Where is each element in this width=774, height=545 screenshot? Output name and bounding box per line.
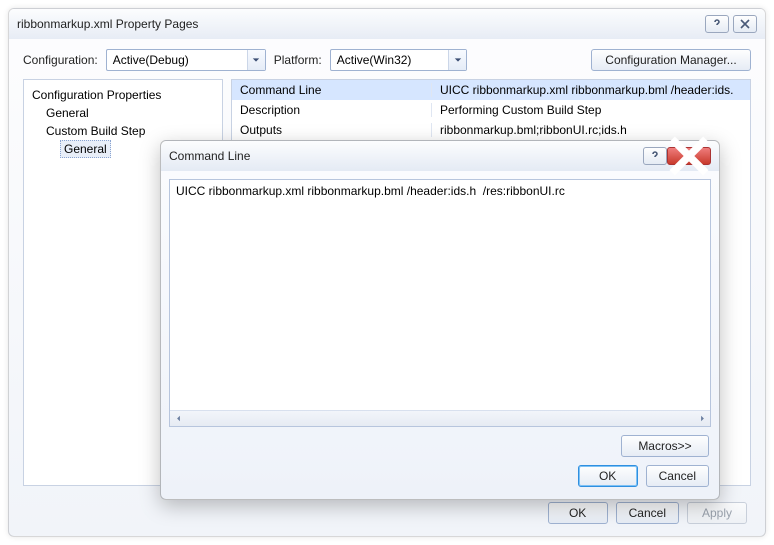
dialog-footer: Macros>> OK Cancel [161, 435, 719, 499]
configuration-value: Active(Debug) [113, 53, 189, 67]
scroll-left-icon[interactable] [170, 411, 186, 426]
parent-footer: OK Cancel Apply [548, 502, 747, 524]
command-line-textarea[interactable] [170, 180, 710, 410]
close-icon [668, 135, 710, 177]
tree-custom-build-step[interactable]: Custom Build Step [28, 122, 218, 140]
grid-key: Description [232, 103, 432, 117]
grid-key: Command Line [232, 83, 432, 97]
dialog-help-button[interactable] [643, 147, 667, 165]
dialog-content [169, 179, 711, 427]
chevron-down-icon [448, 50, 466, 70]
help-button[interactable] [705, 15, 729, 33]
platform-label: Platform: [274, 53, 322, 67]
config-bar: Configuration: Active(Debug) Platform: A… [9, 39, 765, 79]
command-line-dialog: Command Line Macros>> OK Cancel [160, 140, 720, 500]
parent-titlebar[interactable]: ribbonmarkup.xml Property Pages [9, 9, 765, 39]
platform-combo[interactable]: Active(Win32) [330, 49, 468, 71]
macros-button[interactable]: Macros>> [621, 435, 709, 457]
scroll-right-icon[interactable] [694, 411, 710, 426]
configuration-manager-button[interactable]: Configuration Manager... [591, 49, 751, 71]
grid-val: Performing Custom Build Step [432, 103, 750, 117]
help-icon [712, 19, 722, 29]
dialog-title: Command Line [169, 149, 639, 163]
cancel-button[interactable]: Cancel [616, 502, 679, 524]
grid-row[interactable]: Description Performing Custom Build Step [232, 100, 750, 120]
parent-title: ribbonmarkup.xml Property Pages [17, 17, 701, 31]
help-icon [650, 151, 660, 161]
grid-key: Outputs [232, 123, 432, 137]
apply-button: Apply [687, 502, 747, 524]
grid-row[interactable]: Command Line UICC ribbonmarkup.xml ribbo… [232, 80, 750, 100]
horizontal-scrollbar[interactable] [170, 410, 710, 426]
tree-general[interactable]: General [28, 104, 218, 122]
close-button[interactable] [733, 15, 757, 33]
grid-val: UICC ribbonmarkup.xml ribbonmarkup.bml /… [432, 83, 750, 97]
chevron-down-icon [247, 50, 265, 70]
tree-root[interactable]: Configuration Properties [28, 86, 218, 104]
dialog-close-button[interactable] [667, 147, 711, 165]
dialog-cancel-button[interactable]: Cancel [646, 465, 709, 487]
configuration-label: Configuration: [23, 53, 98, 67]
dialog-titlebar[interactable]: Command Line [161, 141, 719, 171]
dialog-ok-button[interactable]: OK [578, 465, 638, 487]
ok-button[interactable]: OK [548, 502, 608, 524]
scroll-track[interactable] [186, 411, 694, 426]
configuration-combo[interactable]: Active(Debug) [106, 49, 266, 71]
close-icon [740, 19, 750, 29]
platform-value: Active(Win32) [337, 53, 412, 67]
